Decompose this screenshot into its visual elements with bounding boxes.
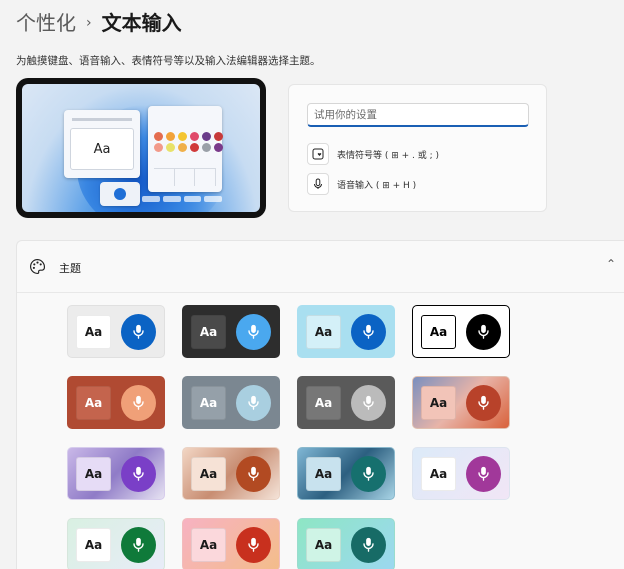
try-settings-panel: 表情符号等 ( ⊞ + . 或 ; ) 语音输入 ( ⊞ + H ) xyxy=(288,84,547,212)
microphone-icon xyxy=(307,173,329,195)
microphone-icon xyxy=(466,455,501,492)
theme-tile-3[interactable]: Aa xyxy=(297,305,395,358)
theme-tile-8[interactable]: Aa xyxy=(412,376,510,429)
emoji-shortcut-label: 表情符号等 ( ⊞ + . 或 ; ) xyxy=(337,150,440,161)
theme-key-preview: Aa xyxy=(421,385,457,420)
theme-section-title: 主题 xyxy=(59,262,81,275)
theme-tile-1[interactable]: Aa xyxy=(67,305,165,358)
theme-key-preview: Aa xyxy=(306,314,342,349)
microphone-icon xyxy=(236,455,271,492)
theme-tile-7[interactable]: Aa xyxy=(297,376,395,429)
theme-key-preview: Aa xyxy=(76,456,112,491)
preview-taskbar xyxy=(142,196,222,202)
theme-key-preview: Aa xyxy=(76,527,112,562)
try-settings-input[interactable] xyxy=(307,103,529,127)
theme-tile-9[interactable]: Aa xyxy=(67,447,165,500)
theme-tile-12[interactable]: Aa xyxy=(412,447,510,500)
microphone-icon xyxy=(236,384,271,421)
preview-color-dots xyxy=(154,132,224,152)
theme-grid: Aa Aa Aa Aa Aa Aa Aa Aa Aa Aa Aa Aa Aa Aa Aa xyxy=(67,305,510,569)
microphone-icon xyxy=(466,313,501,350)
microphone-icon xyxy=(466,384,501,421)
theme-section-header[interactable]: 主题 ⌃ xyxy=(17,241,624,293)
theme-key-preview: Aa xyxy=(76,385,112,420)
theme-tile-5[interactable]: Aa xyxy=(67,376,165,429)
theme-tile-2[interactable]: Aa xyxy=(182,305,280,358)
voice-shortcut[interactable]: 语音输入 ( ⊞ + H ) xyxy=(307,173,416,195)
microphone-icon xyxy=(351,384,386,421)
theme-key-preview: Aa xyxy=(306,527,342,562)
microphone-icon xyxy=(121,313,156,350)
microphone-icon xyxy=(121,455,156,492)
device-preview: Aa xyxy=(16,78,266,218)
theme-tile-15[interactable]: Aa xyxy=(297,518,395,569)
preview-screen: Aa xyxy=(22,84,260,212)
breadcrumb-separator: › xyxy=(86,15,92,31)
microphone-icon xyxy=(121,384,156,421)
theme-section: 主题 ⌃ Aa Aa Aa Aa Aa Aa Aa Aa Aa Aa Aa Aa Aa Aa Aa xyxy=(16,240,624,569)
palette-icon xyxy=(29,258,46,279)
theme-key-preview: Aa xyxy=(191,385,227,420)
theme-tile-10[interactable]: Aa xyxy=(182,447,280,500)
microphone-icon xyxy=(351,526,386,563)
theme-tile-6[interactable]: Aa xyxy=(182,376,280,429)
microphone-icon xyxy=(236,526,271,563)
preview-voice-bubble xyxy=(100,182,140,206)
breadcrumb: 个性化 › 文本输入 xyxy=(16,10,182,36)
breadcrumb-parent[interactable]: 个性化 xyxy=(16,10,76,36)
preview-emoji-panel xyxy=(148,106,224,192)
preview-key: Aa xyxy=(70,128,134,170)
emoji-icon xyxy=(307,143,329,165)
chevron-up-icon[interactable]: ⌃ xyxy=(606,257,616,271)
preview-touch-keyboard: Aa xyxy=(64,110,140,178)
theme-key-preview: Aa xyxy=(191,456,227,491)
theme-key-preview: Aa xyxy=(421,314,457,349)
microphone-icon xyxy=(236,313,271,350)
microphone-icon xyxy=(121,526,156,563)
theme-key-preview: Aa xyxy=(306,385,342,420)
page-title: 文本输入 xyxy=(101,11,182,35)
theme-tile-14[interactable]: Aa xyxy=(182,518,280,569)
microphone-icon xyxy=(351,313,386,350)
theme-tile-13[interactable]: Aa xyxy=(67,518,165,569)
theme-key-preview: Aa xyxy=(76,314,112,349)
page-description: 为触摸键盘、语音输入、表情符号等以及输入法编辑器选择主题。 xyxy=(16,55,321,67)
theme-key-preview: Aa xyxy=(421,456,457,491)
theme-key-preview: Aa xyxy=(191,527,227,562)
theme-key-preview: Aa xyxy=(306,456,342,491)
voice-shortcut-label: 语音输入 ( ⊞ + H ) xyxy=(337,180,417,191)
microphone-icon xyxy=(351,455,386,492)
theme-tile-4[interactable]: Aa xyxy=(412,305,510,358)
theme-tile-11[interactable]: Aa xyxy=(297,447,395,500)
theme-key-preview: Aa xyxy=(191,314,227,349)
emoji-shortcut[interactable]: 表情符号等 ( ⊞ + . 或 ; ) xyxy=(307,143,439,165)
